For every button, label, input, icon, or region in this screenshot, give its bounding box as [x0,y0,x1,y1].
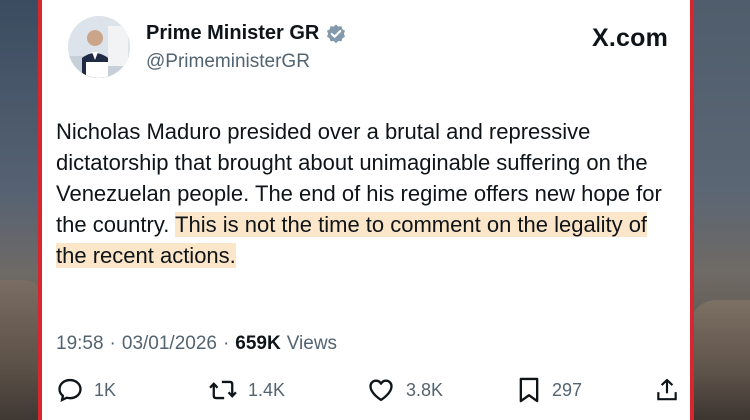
brand-logo: X.com [591,24,668,52]
background-right [690,0,750,420]
reply-count: 1K [94,379,117,400]
repost-count: 1.4K [248,379,286,400]
bookmark-icon [519,377,539,403]
action-bar: 1K 1.4K 3.8K 297 [56,376,680,406]
like-button[interactable]: 3.8K [366,376,443,404]
share-icon [657,378,677,401]
repost-icon [209,380,237,400]
reply-button[interactable]: 1K [56,376,116,404]
bookmark-button[interactable]: 297 [516,376,582,404]
meta-separator: · [222,333,230,354]
share-button[interactable] [654,376,680,404]
post-card: Prime Minister GR @PrimeministerGR X.com… [38,0,694,420]
views-count: 659K [235,333,281,354]
post-meta: 19:58 · 03/01/2026 · 659K Views [56,333,337,355]
author-name[interactable]: Prime Minister GR [146,22,319,45]
bookmark-count: 297 [552,379,583,400]
post-header: Prime Minister GR @PrimeministerGR X.com [68,16,668,80]
post-text: Nicholas Maduro presided over a brutal a… [56,116,676,271]
reply-icon [58,378,82,402]
repost-button[interactable]: 1.4K [208,376,285,404]
background-rock-right [690,300,750,420]
author-name-row: Prime Minister GR [146,22,347,45]
verified-badge-icon [325,23,347,45]
like-icon [369,379,393,402]
meta-separator: · [109,333,116,354]
post-time[interactable]: 19:58 [56,333,104,355]
like-count: 3.8K [406,379,444,400]
post-date[interactable]: 03/01/2026 [122,333,217,355]
avatar[interactable] [68,16,130,78]
author-handle[interactable]: @PrimeministerGR [146,51,310,73]
views-label: Views [286,333,338,354]
